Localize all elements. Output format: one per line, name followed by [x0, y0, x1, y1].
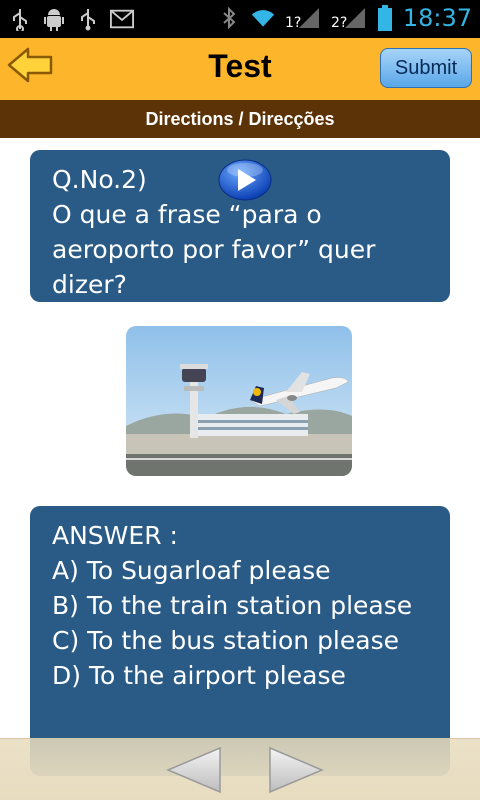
left-arrow-icon: [166, 746, 221, 794]
previous-button[interactable]: [164, 745, 224, 795]
bluetooth-icon: [217, 5, 241, 31]
status-bar: 1? 2? 18:37: [0, 0, 480, 38]
play-icon: [218, 159, 272, 201]
signal-sim1-icon: 1?: [285, 5, 321, 31]
answer-option-b[interactable]: B) To the train station please: [52, 588, 428, 623]
wifi-icon: [251, 5, 275, 31]
answer-heading: ANSWER :: [52, 521, 178, 550]
airport-photo: [126, 326, 352, 476]
usb-icon: [76, 6, 100, 32]
question-image: [126, 326, 352, 476]
answer-option-a[interactable]: A) To Sugarloaf please: [52, 553, 428, 588]
answer-option-c[interactable]: C) To the bus station please: [52, 623, 428, 658]
title-bar: Test Submit: [0, 38, 480, 100]
notification-icons: [8, 6, 134, 32]
question-card: Q.No.2) O que a frase “para o aeroporto …: [30, 150, 450, 302]
gmail-icon: [110, 6, 134, 32]
next-button[interactable]: [266, 745, 326, 795]
sim1-label: 1?: [285, 15, 301, 29]
right-arrow-icon: [269, 746, 324, 794]
bottom-navigation: [0, 738, 480, 800]
answer-option-d[interactable]: D) To the airport please: [52, 658, 428, 693]
android-debug-icon: [42, 6, 66, 32]
submit-button[interactable]: Submit: [380, 48, 472, 88]
battery-icon: [377, 5, 393, 31]
clock: 18:37: [402, 4, 472, 32]
signal-sim2-icon: 2?: [331, 5, 367, 31]
directions-link[interactable]: Directions / Direcções: [0, 100, 480, 138]
sim2-label: 2?: [331, 15, 347, 29]
system-icons: 1? 2? 18:37: [217, 4, 472, 32]
play-audio-button[interactable]: [218, 158, 272, 202]
usb-icon: [8, 6, 32, 32]
question-text: O que a frase “para o aeroporto por favo…: [52, 200, 376, 299]
answer-card: ANSWER : A) To Sugarloaf please B) To th…: [30, 506, 450, 776]
